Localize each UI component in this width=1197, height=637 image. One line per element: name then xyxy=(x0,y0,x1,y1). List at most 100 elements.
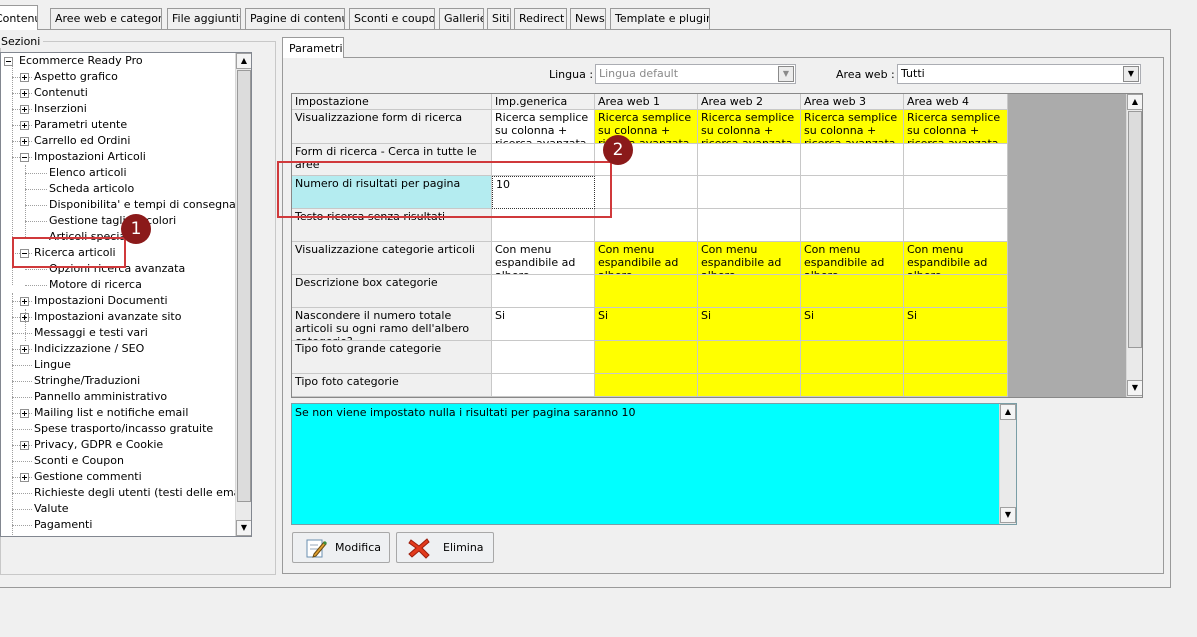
row-label[interactable]: Tipo foto categorie xyxy=(292,374,492,397)
tree-item[interactable]: Impostazioni Articoli xyxy=(34,149,146,165)
tree-item[interactable]: Privacy, GDPR e Cookie xyxy=(34,437,163,453)
area-web-cell[interactable] xyxy=(698,275,801,308)
area-web-cell[interactable] xyxy=(801,209,904,242)
scroll-down-icon[interactable]: ▼ xyxy=(1000,507,1016,523)
generic-value-cell[interactable]: Ricerca semplice su colonna + ricerca av… xyxy=(492,110,595,144)
scroll-up-icon[interactable]: ▲ xyxy=(1127,94,1142,110)
scroll-down-icon[interactable]: ▼ xyxy=(236,520,251,536)
tree-item[interactable]: Valute xyxy=(34,501,69,517)
tab-pagine-di-contenuti[interactable]: Pagine di contenuti xyxy=(245,8,345,29)
tree-item[interactable]: Indicizzazione / SEO xyxy=(34,341,144,357)
area-web-cell[interactable] xyxy=(698,209,801,242)
row-label[interactable]: Descrizione box categorie xyxy=(292,275,492,308)
expand-plus-icon[interactable] xyxy=(20,297,29,306)
tree-item[interactable]: Contenuti xyxy=(34,85,88,101)
scroll-down-icon[interactable]: ▼ xyxy=(1127,380,1142,396)
expand-plus-icon[interactable] xyxy=(20,121,29,130)
generic-value-cell[interactable] xyxy=(492,275,595,308)
area-web-cell[interactable] xyxy=(801,374,904,397)
tree-item[interactable]: Lingue xyxy=(34,357,71,373)
area-web-cell[interactable] xyxy=(698,374,801,397)
expand-plus-icon[interactable] xyxy=(20,345,29,354)
scroll-up-icon[interactable]: ▲ xyxy=(1000,404,1016,420)
grid-scroll-thumb[interactable] xyxy=(1128,111,1142,348)
grid-scrollbar[interactable]: ▲ ▼ xyxy=(1126,94,1142,397)
area-web-cell[interactable]: Ricerca semplice su colonna + ricerca av… xyxy=(904,110,1008,144)
area-web-cell[interactable] xyxy=(904,374,1008,397)
area-web-cell[interactable] xyxy=(801,176,904,209)
scroll-up-icon[interactable]: ▲ xyxy=(236,53,251,69)
tree-item[interactable]: Pagamenti xyxy=(34,517,92,533)
tab-contenuti[interactable]: Contenuti xyxy=(0,5,38,30)
row-label[interactable]: Visualizzazione form di ricerca xyxy=(292,110,492,144)
area-web-cell[interactable] xyxy=(698,341,801,374)
expand-plus-icon[interactable] xyxy=(20,473,29,482)
tree-scrollbar[interactable]: ▲ ▼ xyxy=(235,53,251,536)
tree-item[interactable]: Spese trasporto/incasso gratuite xyxy=(34,421,213,437)
sections-tree[interactable]: Ecommerce Ready Pro Aspetto grafico Conten… xyxy=(0,52,252,537)
tab-file-aggiuntivi[interactable]: File aggiuntivi xyxy=(167,8,241,29)
tree-item[interactable]: Ecommerce Ready Pro xyxy=(19,53,143,69)
area-web-cell[interactable] xyxy=(595,374,698,397)
area-web-cell[interactable] xyxy=(904,144,1008,176)
tree-item[interactable]: Stringhe/Traduzioni xyxy=(34,373,140,389)
tree-item[interactable]: Sconti e Coupon xyxy=(34,453,124,469)
area-web-cell[interactable]: Si xyxy=(595,308,698,341)
row-label[interactable]: Visualizzazione categorie articoli xyxy=(292,242,492,275)
area-web-cell[interactable] xyxy=(595,275,698,308)
area-web-cell[interactable]: Con menu espandibile ad albero xyxy=(904,242,1008,275)
generic-value-cell[interactable]: Si xyxy=(492,308,595,341)
generic-value-cell[interactable] xyxy=(492,374,595,397)
tab-news[interactable]: News xyxy=(570,8,606,29)
tree-item[interactable]: Disponibilita' e tempi di consegna xyxy=(49,197,236,213)
tab-siti[interactable]: Siti xyxy=(487,8,511,29)
tree-item[interactable]: Mailing list e notifiche email xyxy=(34,405,188,421)
tree-item[interactable]: Aspetto grafico xyxy=(34,69,118,85)
expand-plus-icon[interactable] xyxy=(20,137,29,146)
tree-item[interactable]: Motore di ricerca xyxy=(49,277,142,293)
tab-sconti-e-coupon[interactable]: Sconti e coupon xyxy=(349,8,435,29)
tree-item[interactable]: Elenco articoli xyxy=(49,165,127,181)
tree-scroll-thumb[interactable] xyxy=(237,70,251,502)
collapse-minus-icon[interactable] xyxy=(20,153,29,162)
tree-item[interactable]: Gestione commenti xyxy=(34,469,142,485)
area-web-cell[interactable]: Si xyxy=(698,308,801,341)
area-web-cell[interactable] xyxy=(801,341,904,374)
tab-parametri[interactable]: Parametri xyxy=(282,37,344,58)
area-web-cell[interactable] xyxy=(801,275,904,308)
tree-item[interactable]: Carrello ed Ordini xyxy=(34,133,130,149)
expand-plus-icon[interactable] xyxy=(20,89,29,98)
modifica-button[interactable]: Modifica xyxy=(292,532,390,563)
chevron-down-icon[interactable]: ▼ xyxy=(1123,66,1139,82)
tree-item[interactable]: Parametri utente xyxy=(34,117,127,133)
area-web-cell[interactable]: Ricerca semplice su colonna + ricerca av… xyxy=(801,110,904,144)
tab-aree-web-e-categorie[interactable]: Aree web e categorie xyxy=(50,8,162,29)
tree-item[interactable]: Gestione taglie e colori xyxy=(49,213,176,229)
tree-item[interactable]: Scheda articolo xyxy=(49,181,134,197)
tab-redirect[interactable]: Redirect xyxy=(514,8,567,29)
description-scrollbar[interactable]: ▲ ▼ xyxy=(999,404,1016,524)
expand-plus-icon[interactable] xyxy=(20,105,29,114)
chevron-down-icon[interactable]: ▼ xyxy=(778,66,794,82)
area-web-cell[interactable]: Si xyxy=(904,308,1008,341)
area-web-cell[interactable]: Con menu espandibile ad albero xyxy=(595,242,698,275)
area-web-cell[interactable]: Con menu espandibile ad albero xyxy=(801,242,904,275)
settings-grid[interactable]: Impostazione Imp.generica Area web 1 Area w… xyxy=(291,93,1143,398)
area-web-cell[interactable] xyxy=(904,275,1008,308)
area-web-cell[interactable]: Ricerca semplice su colonna + ricerca av… xyxy=(698,110,801,144)
elimina-button[interactable]: Elimina xyxy=(396,532,494,563)
generic-value-cell[interactable] xyxy=(492,341,595,374)
expand-plus-icon[interactable] xyxy=(20,409,29,418)
tree-item[interactable]: Impostazioni avanzate sito xyxy=(34,309,181,325)
row-label[interactable]: Nascondere il numero totale articoli su … xyxy=(292,308,492,341)
tree-item[interactable]: Inserzioni xyxy=(34,101,87,117)
description-box[interactable]: Se non viene impostato nulla i risultati… xyxy=(291,403,1017,525)
lingua-select[interactable]: Lingua default ▼ xyxy=(595,64,796,84)
area-web-cell[interactable] xyxy=(904,209,1008,242)
area-web-cell[interactable] xyxy=(698,144,801,176)
row-label[interactable]: Tipo foto grande categorie xyxy=(292,341,492,374)
area-web-cell[interactable] xyxy=(595,341,698,374)
area-web-select[interactable]: Tutti ▼ xyxy=(897,64,1141,84)
generic-value-cell[interactable]: Con menu espandibile ad albero xyxy=(492,242,595,275)
tree-item[interactable]: Messaggi e testi vari xyxy=(34,325,148,341)
